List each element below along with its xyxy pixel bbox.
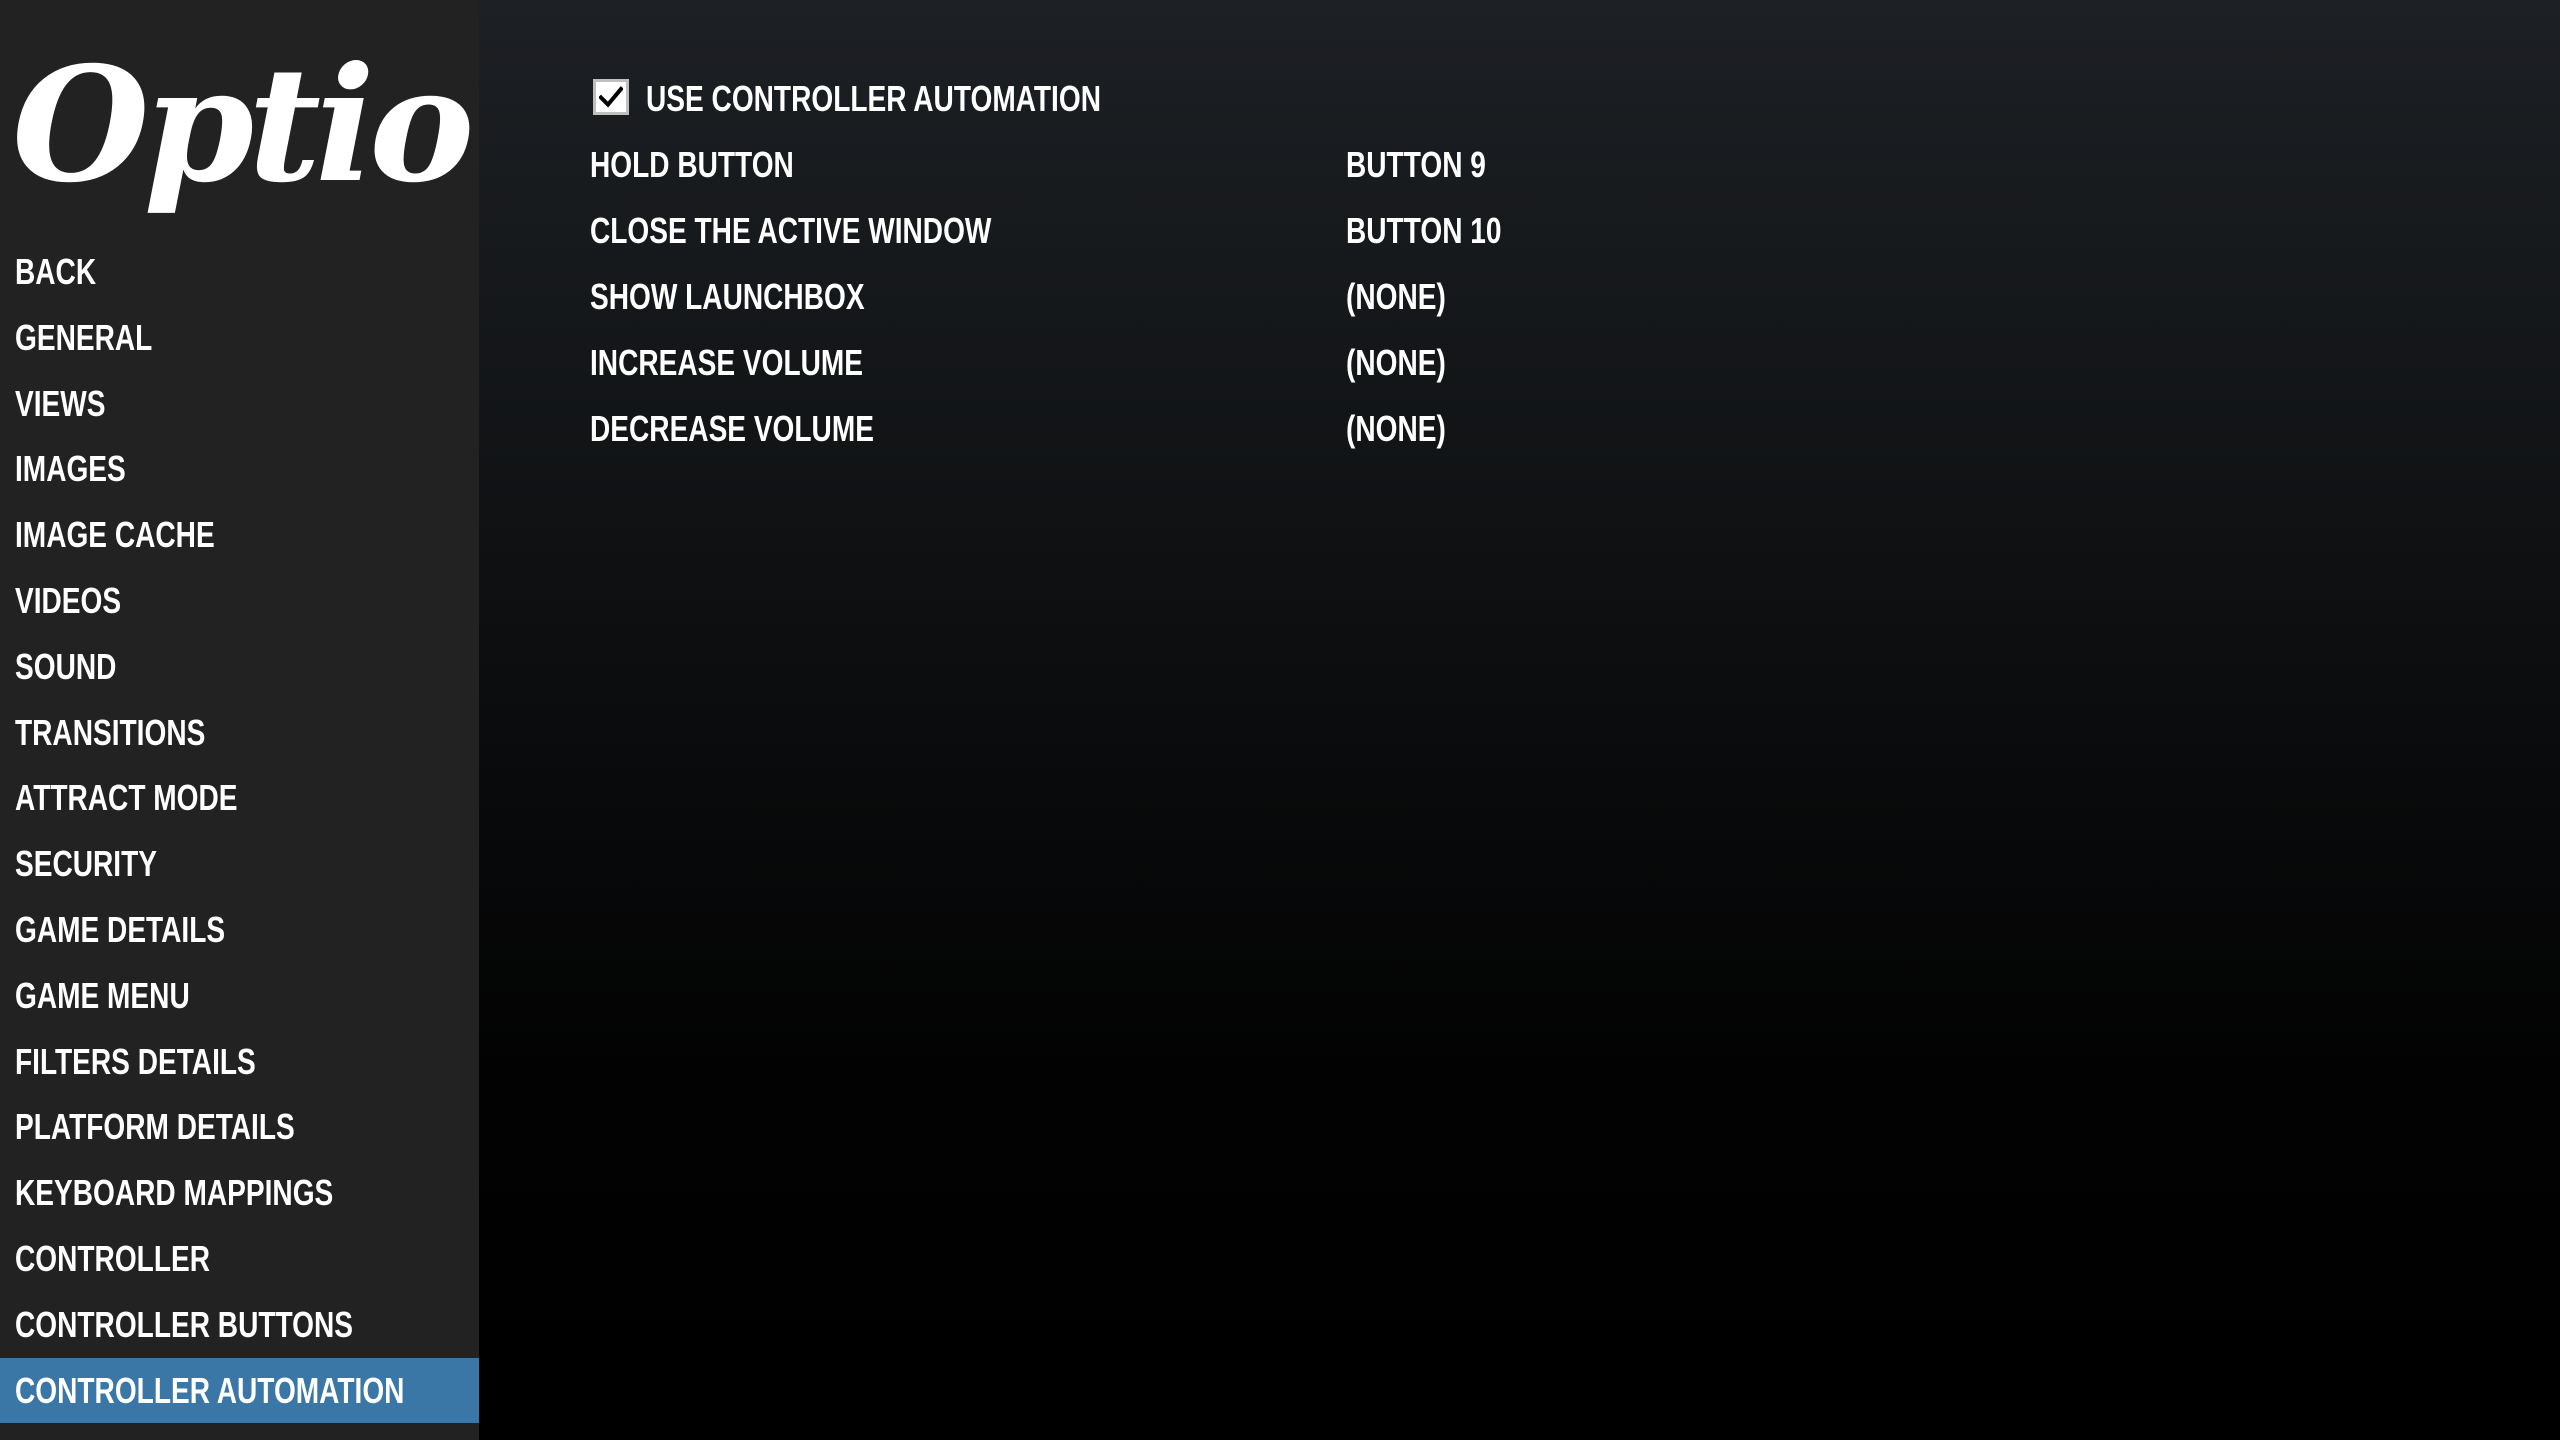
sidebar-item-label: KEYBOARD MAPPINGS [15,1172,334,1214]
sidebar-item-label: TRANSITIONS [15,711,206,753]
options-screen: Options BACK GENERAL VIEWS IMAGES IMAGE … [0,0,2560,1440]
sidebar-item-label: SOUND [15,645,117,687]
sidebar-item-transitions[interactable]: TRANSITIONS [0,700,479,766]
mapping-label: CLOSE THE ACTIVE WINDOW [590,210,992,251]
sidebar-item-filters-details[interactable]: FILTERS DETAILS [0,1029,479,1095]
sidebar-item-sound[interactable]: SOUND [0,634,479,700]
mapping-label: SHOW LAUNCHBOX [590,276,865,317]
sidebar-item-label: VIDEOS [15,579,122,621]
sidebar-item-game-menu[interactable]: GAME MENU [0,963,479,1029]
mapping-row-increase-volume[interactable]: INCREASE VOLUME (NONE) [590,330,2490,396]
mapping-value[interactable]: BUTTON 10 [1346,198,1502,264]
use-controller-automation-row[interactable]: USE CONTROLLER AUTOMATION [590,66,2490,132]
sidebar: Options BACK GENERAL VIEWS IMAGES IMAGE … [0,0,479,1440]
mapping-row-close-active-window[interactable]: CLOSE THE ACTIVE WINDOW BUTTON 10 [590,198,2490,264]
sidebar-item-controller[interactable]: CONTROLLER [0,1226,479,1292]
sidebar-item-label: CONTROLLER [15,1237,210,1279]
sidebar-item-back[interactable]: BACK [0,239,479,305]
options-logo: Options [12,33,472,218]
use-controller-automation-label: USE CONTROLLER AUTOMATION [646,78,1101,119]
sidebar-item-views[interactable]: VIEWS [0,371,479,437]
sidebar-item-general[interactable]: GENERAL [0,305,479,371]
mapping-value[interactable]: BUTTON 9 [1346,132,1486,198]
sidebar-item-label: IMAGE CACHE [15,514,215,556]
sidebar-item-label: ATTRACT MODE [15,777,238,819]
sidebar-item-keyboard-mappings[interactable]: KEYBOARD MAPPINGS [0,1160,479,1226]
sidebar-item-label: GENERAL [15,316,153,358]
sidebar-item-label: VIEWS [15,382,106,424]
sidebar-item-label: GAME DETAILS [15,908,226,950]
mapping-label: HOLD BUTTON [590,144,794,185]
mapping-row-hold-button[interactable]: HOLD BUTTON BUTTON 9 [590,132,2490,198]
sidebar-item-label: PLATFORM DETAILS [15,1106,295,1148]
sidebar-nav: BACK GENERAL VIEWS IMAGES IMAGE CACHE VI… [0,239,479,1424]
sidebar-item-image-cache[interactable]: IMAGE CACHE [0,502,479,568]
checkmark-icon [599,86,623,108]
sidebar-item-attract-mode[interactable]: ATTRACT MODE [0,765,479,831]
sidebar-item-controller-buttons[interactable]: CONTROLLER BUTTONS [0,1292,479,1358]
settings-panel: USE CONTROLLER AUTOMATION HOLD BUTTON BU… [590,66,2490,462]
mapping-row-show-launchbox[interactable]: SHOW LAUNCHBOX (NONE) [590,264,2490,330]
sidebar-item-label: SECURITY [15,843,157,885]
mapping-value[interactable]: (NONE) [1346,330,1446,396]
mapping-value[interactable]: (NONE) [1346,264,1446,330]
sidebar-item-game-details[interactable]: GAME DETAILS [0,897,479,963]
sidebar-item-label: CONTROLLER BUTTONS [15,1303,353,1345]
sidebar-item-label: IMAGES [15,448,126,490]
sidebar-item-videos[interactable]: VIDEOS [0,568,479,634]
sidebar-item-controller-automation[interactable]: CONTROLLER AUTOMATION [0,1357,479,1424]
sidebar-item-images[interactable]: IMAGES [0,436,479,502]
sidebar-item-label: GAME MENU [15,974,190,1016]
mapping-value[interactable]: (NONE) [1346,396,1446,462]
logo-text: Options [12,33,472,218]
sidebar-item-security[interactable]: SECURITY [0,831,479,897]
sidebar-item-platform-details[interactable]: PLATFORM DETAILS [0,1094,479,1160]
use-controller-automation-checkbox[interactable] [593,79,629,115]
mapping-label: INCREASE VOLUME [590,342,864,383]
sidebar-item-label: CONTROLLER AUTOMATION [15,1369,405,1411]
mapping-label: DECREASE VOLUME [590,408,874,449]
sidebar-item-label: FILTERS DETAILS [15,1040,256,1082]
sidebar-item-label: BACK [15,251,97,292]
mapping-row-decrease-volume[interactable]: DECREASE VOLUME (NONE) [590,396,2490,462]
